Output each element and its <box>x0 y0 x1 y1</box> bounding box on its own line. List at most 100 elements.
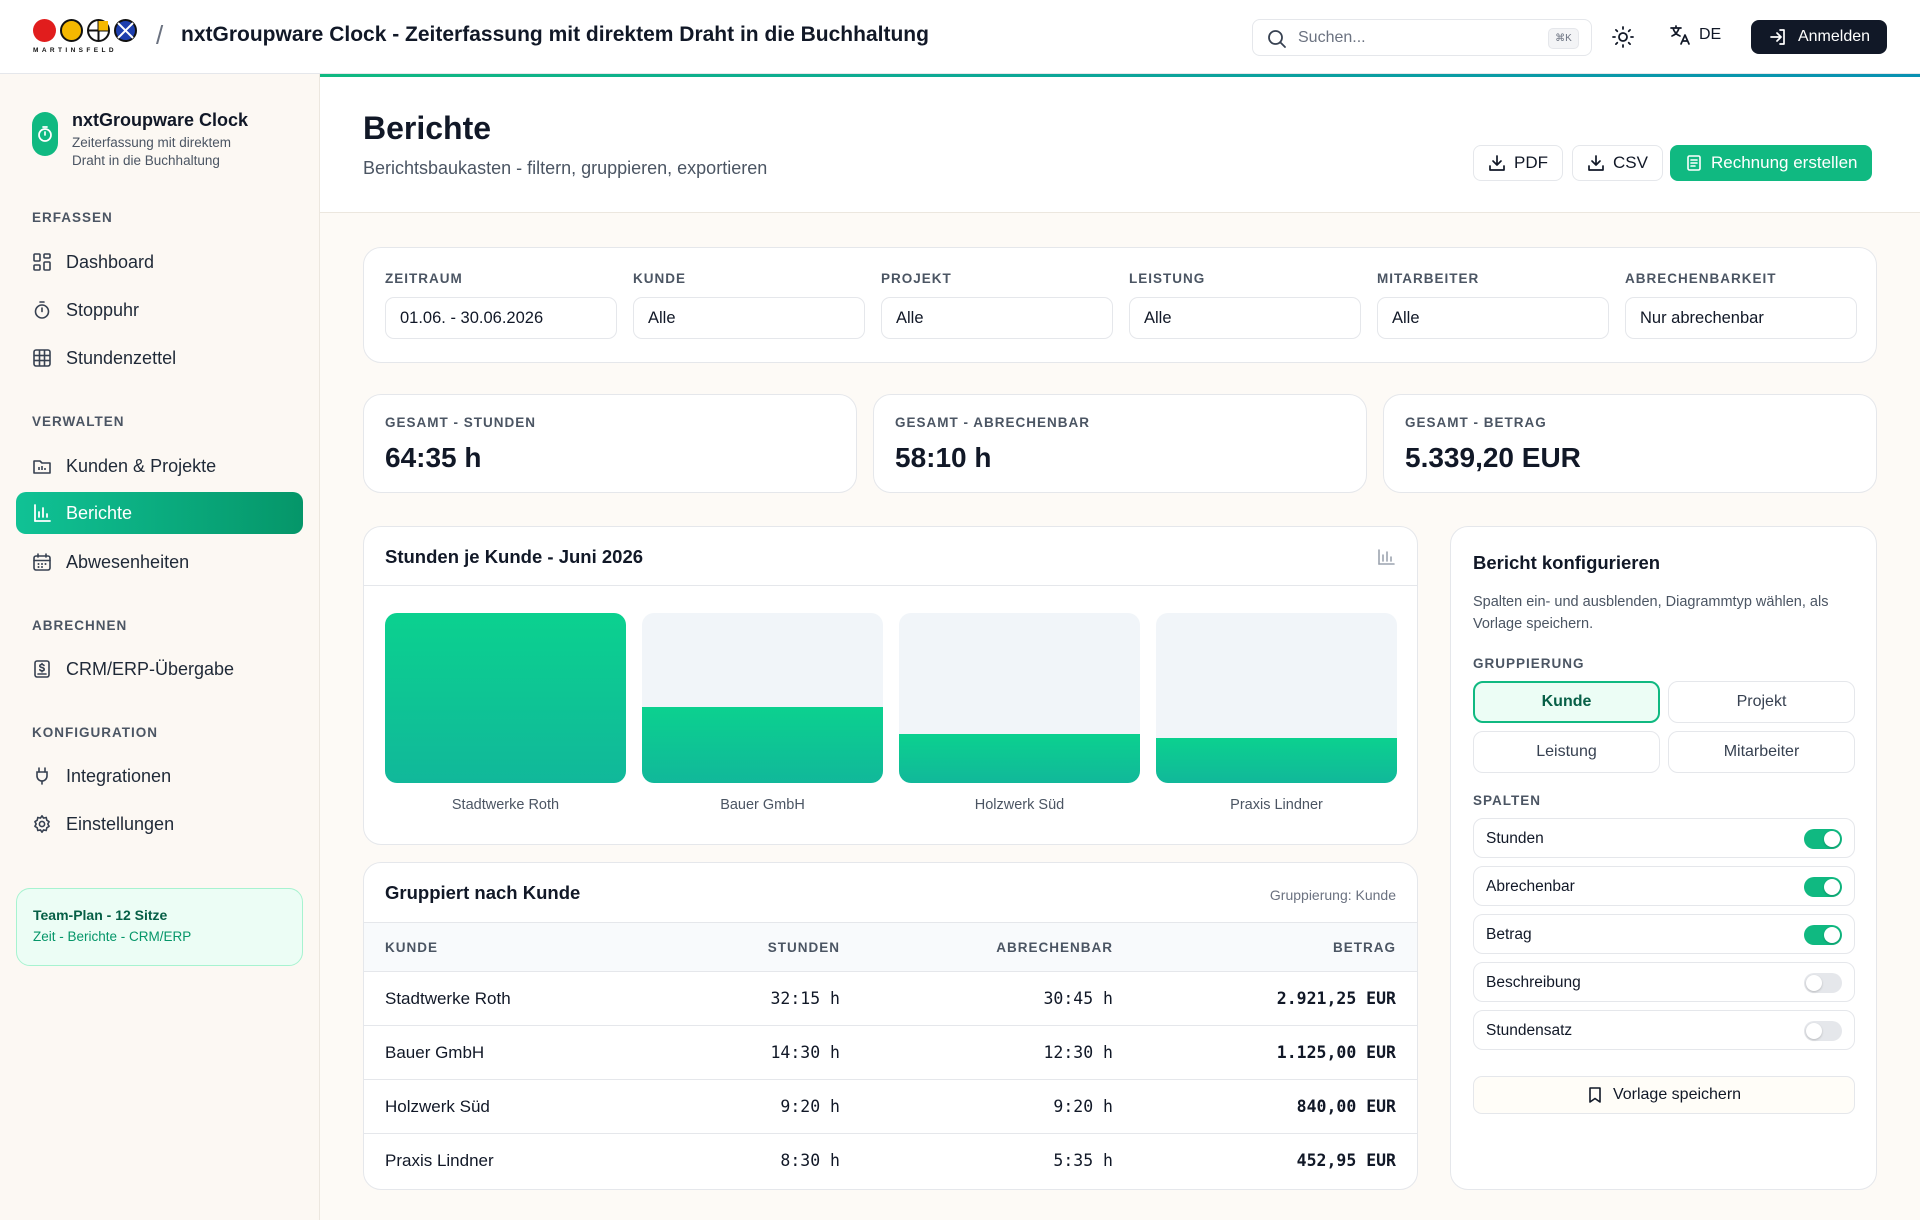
grouping-option-mitarbeiter[interactable]: Mitarbeiter <box>1668 731 1855 773</box>
sidebar-item-stundenzettel[interactable]: Stundenzettel <box>16 337 303 379</box>
bar[interactable] <box>642 707 883 783</box>
clock-app-icon <box>32 112 58 156</box>
cell-betrag: 452,95 EUR <box>1296 1151 1396 1170</box>
filter-label-mitarbeiter: MITARBEITER <box>1377 271 1480 286</box>
save-template-label: Vorlage speichern <box>1612 1086 1742 1103</box>
cell-kunde: Stadtwerke Roth <box>385 989 511 1008</box>
sidebar-section-verwalten: VERWALTEN <box>32 414 125 429</box>
table-row[interactable]: Holzwerk Süd 9:20 h 9:20 h 840,00 EUR <box>364 1080 1417 1134</box>
login-button[interactable]: Anmelden <box>1751 20 1887 54</box>
dashboard-icon <box>33 253 51 271</box>
kpi-label: GESAMT - BETRAG <box>1405 415 1547 430</box>
filter-abrechenbarkeit-select[interactable]: Nur abrechenbar <box>1625 297 1857 339</box>
breadcrumb-separator: / <box>156 20 164 50</box>
config-description: Spalten ein- und ausblenden, Diagrammtyp… <box>1473 594 1829 632</box>
language-switcher[interactable]: DE <box>1669 24 1721 46</box>
bar-track <box>1156 613 1397 783</box>
sidebar-item-dashboard[interactable]: Dashboard <box>16 241 303 283</box>
grouping-option-projekt[interactable]: Projekt <box>1668 681 1855 723</box>
kpi-card-abrechenbar: GESAMT - ABRECHENBAR 58:10 h <box>873 394 1367 493</box>
kpi-card-stunden: GESAMT - STUNDEN 64:35 h <box>363 394 857 493</box>
search-shortcut: ⌘K <box>1548 28 1579 49</box>
table-grouping-note: Gruppierung: Kunde <box>1269 887 1396 903</box>
search-icon <box>1268 30 1286 48</box>
bar[interactable] <box>385 613 626 783</box>
sidebar-item-einstellungen[interactable]: Einstellungen <box>16 803 303 845</box>
bar-chart-icon[interactable] <box>1376 547 1396 567</box>
logo-blue-circle <box>114 19 137 42</box>
save-template-button[interactable]: Vorlage speichern <box>1473 1076 1855 1114</box>
table-row[interactable]: Bauer GmbH 14:30 h 12:30 h 1.125,00 EUR <box>364 1026 1417 1080</box>
bar-category-label: Bauer GmbH <box>720 797 805 813</box>
plan-title: Team-Plan - 12 Sitze <box>33 907 168 923</box>
sidebar-item-kunden-projekte[interactable]: Kunden & Projekte <box>16 445 303 487</box>
filter-projekt-select[interactable]: Alle <box>881 297 1113 339</box>
column-toggle-betrag[interactable]: Betrag <box>1473 914 1855 954</box>
cell-stunden: 9:20 h <box>780 1097 840 1116</box>
sidebar-item-crm-erp[interactable]: CRM/ERP-Übergabe <box>16 648 303 690</box>
filter-kunde-select[interactable]: Alle <box>633 297 865 339</box>
sidebar-item-label: Stoppuhr <box>66 299 140 320</box>
column-header-betrag[interactable]: BETRAG <box>1333 940 1396 955</box>
filter-mitarbeiter-select[interactable]: Alle <box>1377 297 1609 339</box>
create-invoice-button[interactable]: Rechnung erstellen <box>1670 145 1873 181</box>
sidebar-item-stoppuhr[interactable]: Stoppuhr <box>16 289 303 331</box>
company-logo[interactable]: MARTINSFELD <box>33 19 138 55</box>
export-pdf-label: PDF <box>1514 153 1548 172</box>
logo-white-circle <box>87 19 110 42</box>
cell-abrechenbar: 9:20 h <box>1053 1097 1113 1116</box>
bar-track <box>385 613 626 783</box>
column-header-stunden[interactable]: STUNDEN <box>768 940 840 955</box>
column-header-kunde[interactable]: KUNDE <box>385 940 438 955</box>
toggle-switch[interactable] <box>1804 877 1842 897</box>
kpi-label: GESAMT - STUNDEN <box>385 415 536 430</box>
grouping-option-leistung[interactable]: Leistung <box>1473 731 1660 773</box>
table-row[interactable]: Praxis Lindner 8:30 h 5:35 h 452,95 EUR <box>364 1134 1417 1188</box>
bar-chart-icon <box>34 504 51 522</box>
bar-track <box>899 613 1140 783</box>
hours-per-customer-chart: Stunden je Kunde - Juni 2026 Stadtwerke … <box>363 526 1418 845</box>
create-invoice-label: Rechnung erstellen <box>1711 153 1858 172</box>
column-toggle-label: Abrechenbar <box>1486 878 1575 895</box>
grouping-option-kunde[interactable]: Kunde <box>1473 681 1660 723</box>
page-title: Berichte <box>363 110 492 146</box>
column-toggle-label: Stunden <box>1486 830 1544 847</box>
bar[interactable] <box>1156 738 1397 783</box>
filter-zeitraum-select[interactable]: 01.06. - 30.06.2026 <box>385 297 617 339</box>
sidebar-item-label: Stundenzettel <box>66 347 177 368</box>
plan-card[interactable]: Team-Plan - 12 Sitze Zeit - Berichte - C… <box>16 888 303 966</box>
bar-category-label: Stadtwerke Roth <box>451 797 560 813</box>
toggle-switch[interactable] <box>1804 973 1842 993</box>
top-bar: MARTINSFELD / nxtGroupware Clock - Zeite… <box>0 0 1920 74</box>
column-header-abrechenbar[interactable]: ABRECHENBAR <box>996 940 1113 955</box>
column-toggle-beschreibung[interactable]: Beschreibung <box>1473 962 1855 1002</box>
column-toggle-stunden[interactable]: Stunden <box>1473 818 1855 858</box>
kpi-value: 58:10 h <box>895 442 992 473</box>
plug-icon <box>36 767 48 785</box>
logo-yellow-circle <box>60 19 83 42</box>
gear-icon <box>34 815 50 833</box>
search-box[interactable]: Suchen... ⌘K <box>1252 19 1592 56</box>
export-pdf-button[interactable]: PDF <box>1473 145 1563 181</box>
filter-panel: ZEITRAUM 01.06. - 30.06.2026 KUNDE Alle … <box>363 247 1877 363</box>
column-toggle-stundensatz[interactable]: Stundensatz <box>1473 1010 1855 1050</box>
kpi-card-betrag: GESAMT - BETRAG 5.339,20 EUR <box>1383 394 1877 493</box>
toggle-switch[interactable] <box>1804 829 1842 849</box>
column-toggle-abrechenbar[interactable]: Abrechenbar <box>1473 866 1855 906</box>
stopwatch-icon <box>34 301 50 319</box>
sidebar-item-integrationen[interactable]: Integrationen <box>16 755 303 797</box>
bar[interactable] <box>899 734 1140 783</box>
export-csv-button[interactable]: CSV <box>1572 145 1663 181</box>
sidebar-item-label: CRM/ERP-Übergabe <box>66 658 235 679</box>
kpi-label: GESAMT - ABRECHENBAR <box>895 415 1090 430</box>
toggle-switch[interactable] <box>1804 1021 1842 1041</box>
table-row[interactable]: Stadtwerke Roth 32:15 h 30:45 h 2.921,25… <box>364 972 1417 1026</box>
download-icon <box>1588 155 1604 171</box>
theme-toggle-button[interactable] <box>1611 25 1635 54</box>
filter-leistung-select[interactable]: Alle <box>1129 297 1361 339</box>
report-config-panel: Bericht konfigurieren Spalten ein- und a… <box>1450 526 1877 1190</box>
sidebar-brand[interactable]: nxtGroupware Clock Zeiterfassung mit dir… <box>32 110 262 170</box>
sidebar-item-abwesenheiten[interactable]: Abwesenheiten <box>16 541 303 583</box>
toggle-switch[interactable] <box>1804 925 1842 945</box>
sidebar-item-berichte[interactable]: Berichte <box>16 492 303 534</box>
